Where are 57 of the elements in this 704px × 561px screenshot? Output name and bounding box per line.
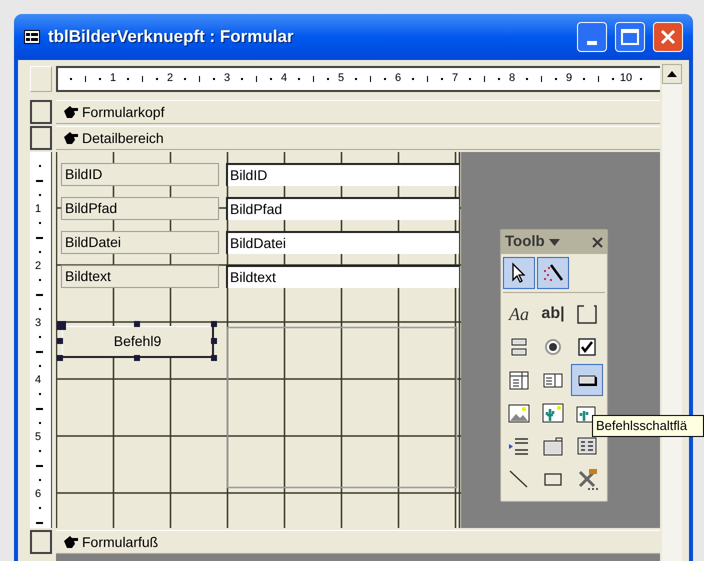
close-button[interactable]	[653, 22, 683, 52]
text-field[interactable]: Bildtext	[226, 265, 459, 288]
ruler-number: 8	[508, 71, 516, 85]
form-icon	[24, 30, 40, 44]
text-field[interactable]: BildPfad	[226, 197, 459, 220]
section-label: Detailbereich	[82, 128, 164, 148]
tool-button[interactable]: Aa	[503, 298, 535, 330]
hand-icon	[64, 536, 78, 548]
ruler-number: 3	[224, 71, 230, 85]
field-label[interactable]: Bildtext	[61, 265, 219, 288]
ruler-number: 2	[35, 260, 42, 272]
close-icon[interactable]	[592, 236, 603, 248]
close-icon	[660, 29, 676, 45]
section-bar[interactable]: Formularfuß	[56, 530, 660, 554]
ruler-number: 4	[280, 71, 288, 85]
field-label[interactable]: BildPfad	[61, 197, 219, 220]
ruler-number: 5	[338, 71, 344, 85]
ruler-number: 6	[35, 488, 42, 500]
section-label: Formularkopf	[82, 102, 164, 122]
ruler-number: 5	[35, 431, 42, 443]
maximize-button[interactable]	[615, 22, 645, 52]
dropdown-icon[interactable]	[548, 238, 560, 246]
ruler-number: 6	[394, 71, 402, 85]
ruler-number: 7	[452, 71, 458, 85]
field-label[interactable]: BildDatei	[61, 231, 219, 254]
scroll-up-button[interactable]	[662, 64, 682, 84]
section-selector[interactable]	[30, 100, 52, 124]
ruler-number: 4	[35, 374, 42, 386]
minimize-button[interactable]	[577, 22, 607, 52]
tool-button[interactable]: ab|	[537, 298, 569, 330]
hand-icon	[64, 132, 78, 144]
tool-button[interactable]	[503, 257, 535, 289]
cactus-image-icon	[541, 401, 565, 425]
section-label: Formularfuß	[82, 532, 158, 552]
ruler-number: 3	[35, 317, 42, 329]
up-arrow-icon	[667, 71, 677, 77]
tool-button[interactable]	[571, 364, 603, 396]
ruler-number: 2	[166, 71, 174, 85]
text-field[interactable]: BildID	[226, 163, 459, 186]
text-field[interactable]: BildDatei	[226, 231, 459, 254]
maximize-icon	[621, 29, 639, 45]
section-selector[interactable]	[30, 530, 52, 554]
ruler-number: 9	[566, 71, 572, 85]
tool-button[interactable]	[537, 257, 569, 289]
section-selector[interactable]	[30, 126, 52, 150]
toolbox-title: Toolb	[505, 232, 545, 252]
hand-icon	[64, 106, 78, 118]
window-title: tblBilderVerknuepft : Formular	[48, 26, 295, 48]
command-button[interactable]: Befehl9	[62, 326, 214, 358]
section-bar[interactable]: Formularkopf	[56, 100, 660, 124]
tooltip: Befehlsschaltflä	[592, 415, 704, 437]
ruler-number: 10	[620, 71, 632, 85]
ruler-number: 1	[110, 71, 116, 85]
section-bar[interactable]: Detailbereich	[56, 126, 660, 150]
field-label[interactable]: BildID	[61, 163, 219, 186]
minimize-icon	[587, 41, 597, 45]
ruler-number: 1	[35, 203, 42, 215]
